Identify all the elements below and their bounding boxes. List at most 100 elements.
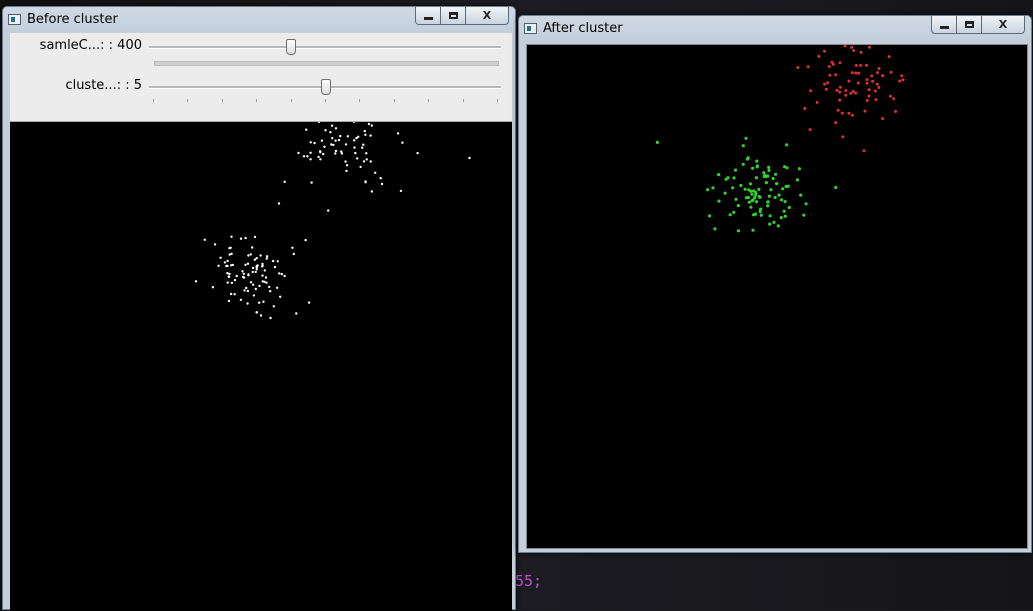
data-point — [283, 180, 286, 183]
cluster-point-green — [734, 197, 738, 201]
data-point — [229, 292, 233, 296]
cluster-point-green — [745, 157, 750, 161]
minimize-button[interactable] — [415, 7, 441, 25]
cluster-point-red — [859, 64, 863, 67]
cluster-point-green — [751, 166, 755, 170]
cluster-point-green — [713, 227, 717, 231]
data-point — [305, 128, 308, 131]
data-point — [380, 182, 384, 186]
data-point — [268, 285, 271, 289]
data-point — [337, 138, 341, 142]
cluster-point-red — [862, 149, 866, 153]
cluster-point-green — [751, 228, 755, 232]
trackbar-track-sample-count[interactable] — [149, 46, 501, 49]
before-cluster-window[interactable]: Before cluster X samleC...: : 400 cluste… — [2, 6, 516, 611]
cluster-point-green — [775, 182, 779, 186]
data-point — [330, 124, 334, 127]
data-point — [276, 260, 279, 263]
before-titlebar[interactable]: Before cluster X — [3, 7, 515, 33]
data-point — [334, 152, 337, 155]
data-point — [365, 158, 368, 161]
cluster-point-green — [783, 214, 787, 218]
cluster-point-red — [865, 99, 869, 102]
cluster-point-red — [889, 94, 892, 98]
data-point — [331, 137, 334, 140]
close-button[interactable]: X — [982, 16, 1025, 34]
data-point — [356, 157, 359, 160]
data-point — [219, 256, 222, 259]
data-point — [362, 143, 365, 146]
data-point — [272, 305, 275, 308]
cluster-point-green — [755, 159, 759, 163]
data-point — [295, 312, 298, 315]
data-point — [227, 275, 231, 278]
data-point — [255, 311, 258, 314]
cluster-point-red — [851, 113, 854, 117]
cluster-point-green — [767, 168, 771, 172]
cluster-point-red — [850, 45, 854, 49]
cluster-point-green — [785, 143, 789, 147]
cluster-point-green — [766, 200, 770, 204]
data-point — [226, 272, 229, 275]
cluster-point-green — [779, 216, 783, 220]
trackbar-thumb-cluster-count[interactable] — [321, 79, 331, 95]
trackbar-thumb-sample-count[interactable] — [286, 39, 296, 55]
cluster-point-green — [802, 213, 806, 217]
close-button[interactable]: X — [466, 7, 509, 25]
cluster-point-green — [739, 183, 743, 188]
cluster-point-red — [887, 55, 891, 59]
data-point — [364, 181, 367, 184]
cluster-point-red — [803, 107, 807, 110]
data-point — [374, 171, 377, 174]
cluster-point-green — [774, 172, 778, 176]
data-point — [365, 152, 368, 155]
data-point — [319, 158, 322, 161]
data-point — [230, 281, 234, 285]
maximize-button[interactable] — [957, 16, 982, 34]
cluster-point-red — [854, 91, 858, 95]
cluster-point-red — [854, 71, 858, 75]
cluster-point-red — [865, 78, 869, 82]
data-point — [332, 143, 335, 147]
minimize-button[interactable] — [931, 16, 957, 34]
cluster-point-green — [767, 165, 771, 169]
cluster-point-red — [892, 97, 896, 101]
cluster-point-green — [767, 194, 771, 198]
data-point — [258, 301, 261, 304]
cluster-point-red — [881, 117, 885, 120]
data-point — [233, 278, 237, 282]
cluster-point-green — [804, 202, 808, 206]
data-point — [334, 149, 338, 153]
data-point — [242, 276, 246, 279]
data-point — [304, 238, 307, 242]
data-point — [259, 314, 263, 317]
cluster-point-red — [854, 64, 858, 67]
cluster-point-red — [835, 88, 839, 92]
data-point — [242, 272, 245, 275]
data-point — [239, 298, 243, 301]
cluster-point-red — [808, 128, 812, 132]
data-point — [265, 255, 269, 258]
cluster-point-red — [836, 108, 840, 112]
after-titlebar[interactable]: After cluster X — [519, 16, 1031, 42]
maximize-button[interactable] — [441, 7, 466, 25]
data-point — [252, 283, 255, 286]
data-point — [251, 266, 255, 270]
cluster-point-red — [870, 74, 874, 78]
cluster-point-red — [867, 94, 871, 98]
data-point — [203, 238, 206, 241]
close-icon: X — [998, 18, 1008, 31]
cluster-point-red — [889, 70, 893, 74]
data-point — [344, 143, 348, 146]
cluster-point-green — [758, 209, 762, 214]
data-point — [345, 164, 349, 167]
cluster-point-green — [750, 199, 754, 203]
cluster-point-green — [781, 187, 785, 191]
cluster-point-green — [717, 173, 721, 177]
cluster-point-red — [867, 88, 871, 92]
data-point — [379, 177, 382, 180]
after-cluster-window[interactable]: After cluster X — [518, 15, 1032, 553]
cluster-point-green — [732, 176, 736, 180]
cluster-point-red — [868, 45, 872, 49]
data-point — [364, 133, 367, 136]
